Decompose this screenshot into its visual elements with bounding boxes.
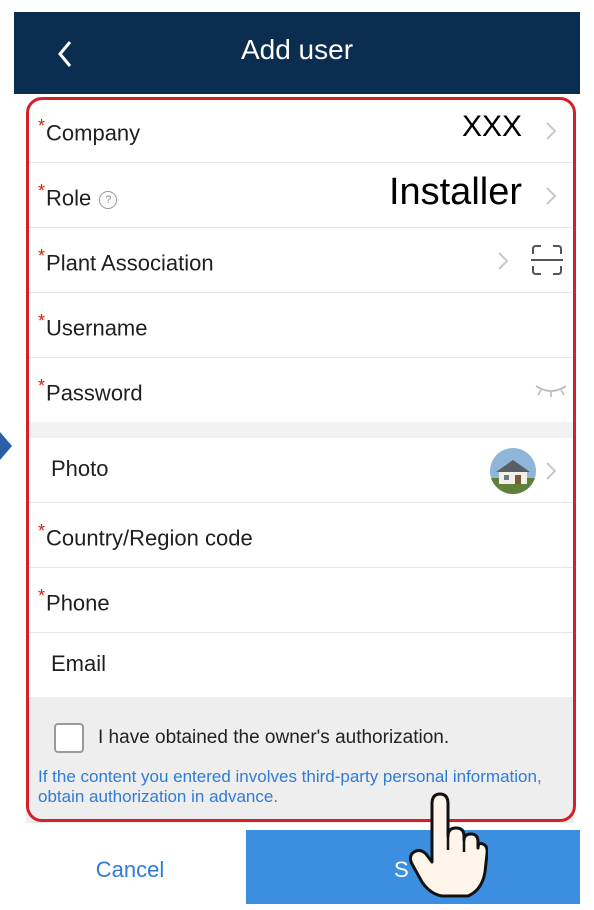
authorization-label: I have obtained the owner's authorizatio… xyxy=(98,727,450,748)
footer-actions: Cancel S xyxy=(14,830,580,904)
phone-row[interactable]: *Phone xyxy=(26,568,574,633)
cancel-button[interactable]: Cancel xyxy=(14,830,246,904)
chevron-right-icon xyxy=(546,187,557,205)
plant-association-row[interactable]: *Plant Association xyxy=(26,228,574,293)
company-value: XXX xyxy=(461,110,522,143)
role-row[interactable]: *Role? Installer xyxy=(26,163,574,228)
eye-closed-icon[interactable] xyxy=(534,382,568,398)
required-mark: * xyxy=(38,181,46,201)
company-label: *Company xyxy=(38,116,141,146)
help-icon[interactable]: ? xyxy=(99,191,118,210)
section-separator xyxy=(26,422,574,438)
email-row[interactable]: Email xyxy=(26,633,574,697)
username-label: *Username xyxy=(38,311,148,341)
required-mark: * xyxy=(38,586,46,606)
photo-row[interactable]: Photo xyxy=(26,438,574,503)
required-mark: * xyxy=(38,311,46,331)
chevron-right-icon xyxy=(546,462,557,480)
role-value: Installer xyxy=(388,171,522,213)
house-photo-icon xyxy=(490,448,536,494)
required-mark: * xyxy=(38,376,46,396)
authorization-section: I have obtained the owner's authorizatio… xyxy=(26,697,574,823)
country-code-row[interactable]: *Country/Region code xyxy=(26,503,574,568)
country-code-label: *Country/Region code xyxy=(38,521,253,551)
username-row[interactable]: *Username xyxy=(26,293,574,358)
company-row[interactable]: *Company XXX xyxy=(26,98,574,163)
plant-association-label: *Plant Association xyxy=(38,246,214,276)
photo-thumbnail xyxy=(490,448,536,494)
email-label: Email xyxy=(51,651,107,676)
page-title: Add user xyxy=(240,34,354,65)
pointer-arrow-icon xyxy=(0,432,12,460)
required-mark: * xyxy=(38,116,46,136)
app-header: Add user xyxy=(14,12,580,94)
chevron-right-icon xyxy=(498,252,509,270)
pointing-hand-icon xyxy=(408,792,488,898)
photo-label: Photo xyxy=(51,456,109,481)
chevron-right-icon xyxy=(546,122,557,140)
add-user-form: *Company XXX *Role? Installer *Plant Ass… xyxy=(26,98,574,823)
scan-icon[interactable] xyxy=(530,244,564,276)
password-label: *Password xyxy=(38,376,143,406)
role-label: *Role? xyxy=(38,181,118,211)
password-row[interactable]: *Password xyxy=(26,358,574,422)
authorization-line: I have obtained the owner's authorizatio… xyxy=(38,723,562,753)
required-mark: * xyxy=(38,246,46,266)
authorization-checkbox[interactable] xyxy=(54,723,84,753)
required-mark: * xyxy=(38,521,46,541)
phone-label: *Phone xyxy=(38,586,110,616)
